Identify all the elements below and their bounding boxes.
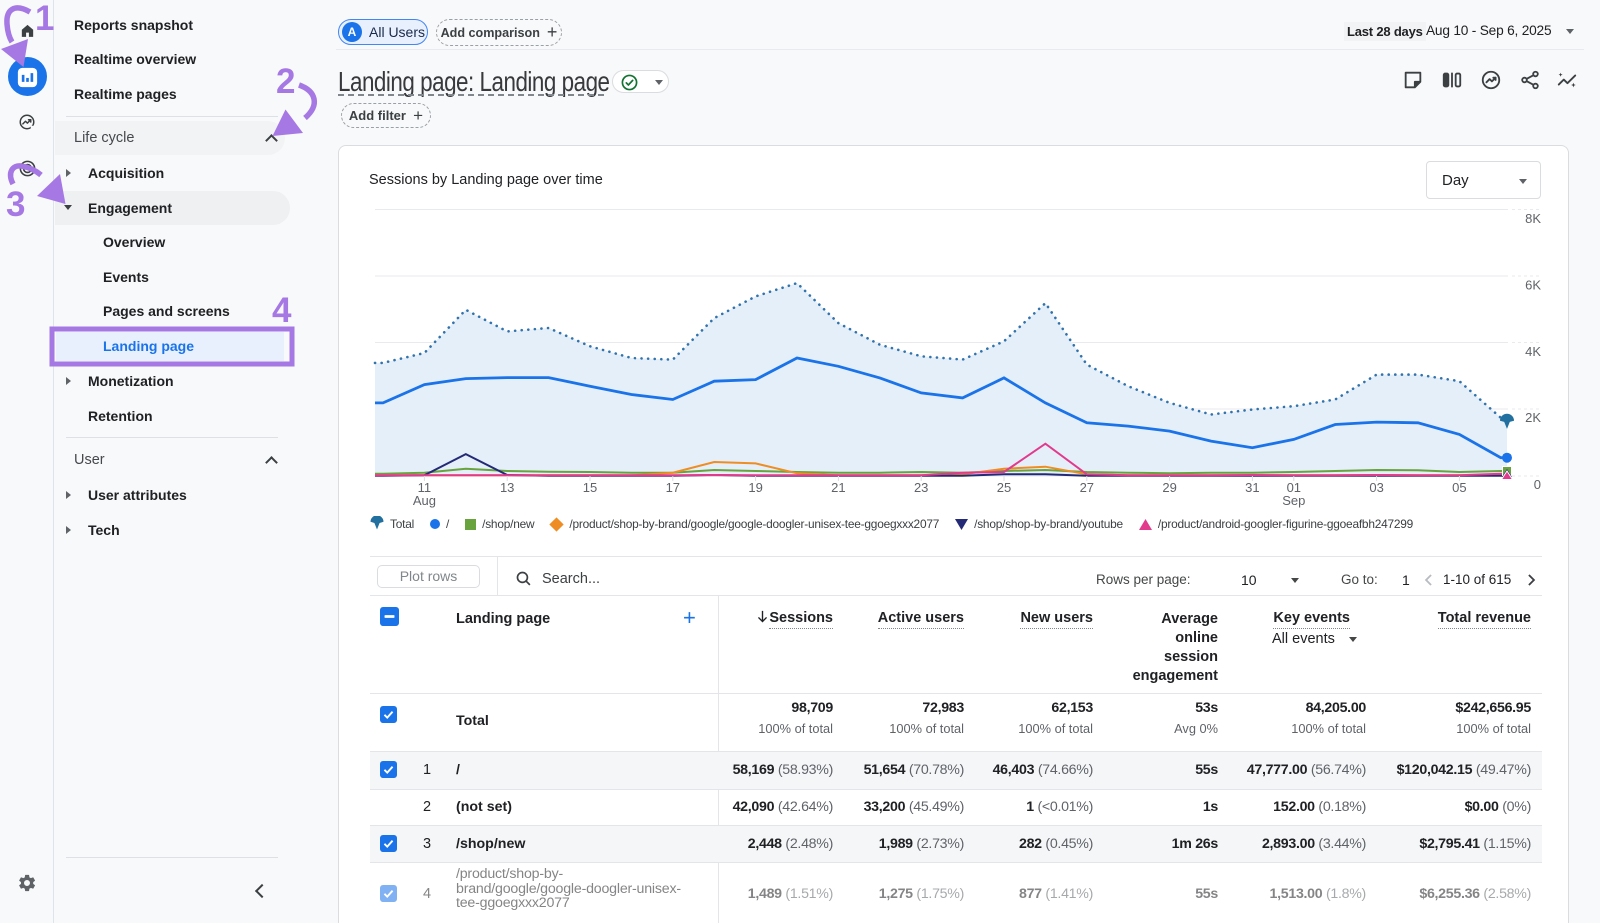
svg-text:03: 03 xyxy=(1369,480,1383,495)
svg-text:4K: 4K xyxy=(1525,344,1541,359)
svg-text:Aug: Aug xyxy=(413,493,436,508)
svg-text:Sep: Sep xyxy=(1282,493,1305,508)
svg-text:3: 3 xyxy=(6,185,25,224)
svg-text:2K: 2K xyxy=(1525,410,1541,425)
svg-text:21: 21 xyxy=(831,480,845,495)
svg-text:15: 15 xyxy=(583,480,597,495)
svg-text:19: 19 xyxy=(748,480,762,495)
svg-text:0: 0 xyxy=(1534,477,1541,492)
svg-text:31: 31 xyxy=(1245,480,1259,495)
svg-text:17: 17 xyxy=(666,480,680,495)
svg-text:4: 4 xyxy=(272,291,292,330)
svg-text:25: 25 xyxy=(997,480,1011,495)
svg-text:1: 1 xyxy=(35,0,54,38)
svg-text:27: 27 xyxy=(1080,480,1094,495)
svg-text:05: 05 xyxy=(1452,480,1466,495)
svg-text:23: 23 xyxy=(914,480,928,495)
svg-text:6K: 6K xyxy=(1525,278,1541,293)
svg-text:29: 29 xyxy=(1162,480,1176,495)
svg-text:13: 13 xyxy=(500,480,514,495)
svg-text:2: 2 xyxy=(276,62,295,101)
svg-text:8K: 8K xyxy=(1525,211,1541,226)
